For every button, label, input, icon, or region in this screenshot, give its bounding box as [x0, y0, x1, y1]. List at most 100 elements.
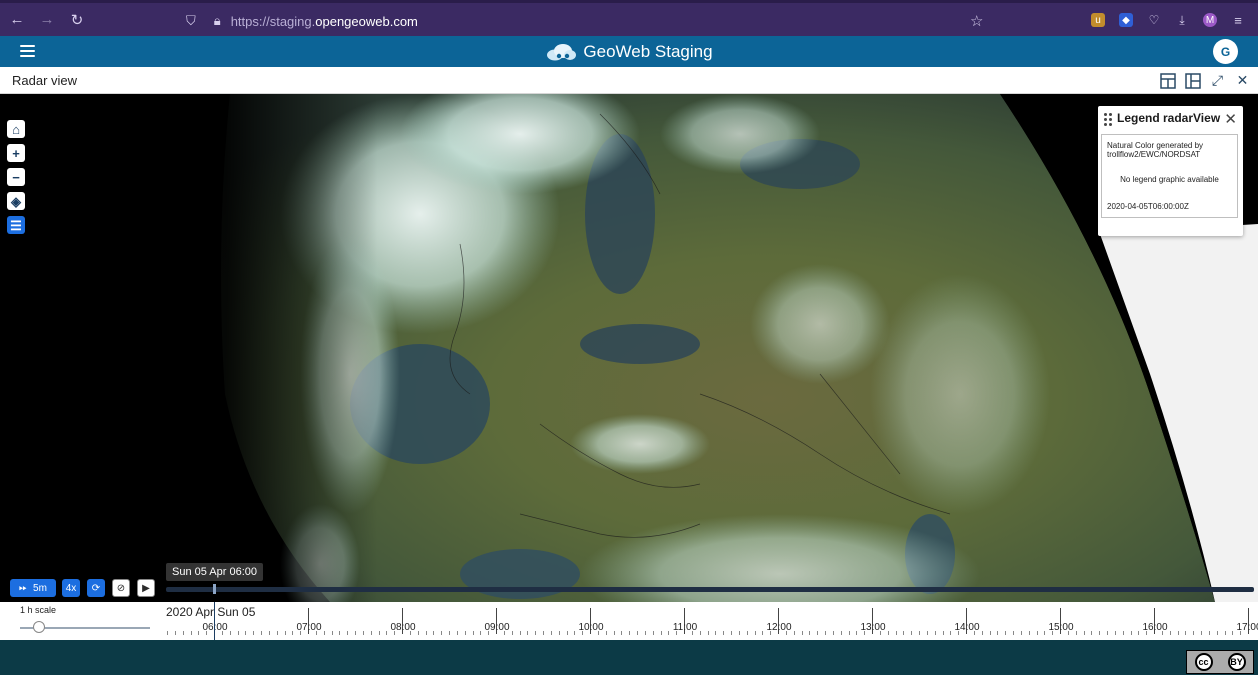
hour-label: 15:00: [1048, 622, 1074, 633]
minor-tick: [1114, 631, 1116, 635]
time-progress-handle[interactable]: [213, 584, 216, 594]
auto-update-button[interactable]: ⊘: [112, 579, 130, 597]
home-button[interactable]: ⌂: [7, 120, 25, 138]
minor-tick: [785, 631, 787, 635]
multiplier-button[interactable]: 4x: [62, 579, 80, 597]
minor-tick: [629, 631, 631, 635]
minor-tick: [339, 631, 341, 635]
minor-tick: [558, 631, 560, 635]
minor-tick: [276, 631, 278, 635]
zoom-in-button[interactable]: +: [7, 144, 25, 162]
hour-label: 16:00: [1142, 622, 1168, 633]
view-tools: ⤢ ✕: [1158, 71, 1252, 90]
close-view-button[interactable]: ✕: [1233, 71, 1252, 90]
hour-label: 14:00: [954, 622, 980, 633]
menu-icon[interactable]: ≡: [1231, 13, 1245, 28]
hamburger-menu-icon[interactable]: [20, 45, 35, 57]
minor-tick: [715, 631, 717, 635]
layers-button[interactable]: ◈: [7, 192, 25, 210]
legend-header: Legend radarView: [1098, 106, 1243, 130]
minor-tick: [746, 631, 748, 635]
current-time-marker[interactable]: [214, 602, 215, 640]
minor-tick: [331, 631, 333, 635]
download-icon[interactable]: ⤓: [1175, 13, 1189, 27]
minor-tick: [190, 631, 192, 635]
time-progress-track[interactable]: [166, 587, 1254, 592]
minor-tick: [1075, 631, 1077, 635]
minor-tick: [1091, 631, 1093, 635]
reload-button[interactable]: ↻: [64, 7, 90, 33]
minor-tick: [731, 631, 732, 635]
minor-tick: [1013, 631, 1014, 635]
shield-icon: ⛉: [186, 13, 196, 28]
sync-button[interactable]: ⟳: [87, 579, 105, 597]
minor-tick: [503, 631, 505, 635]
split-horizontal-button[interactable]: [1158, 71, 1177, 90]
minor-tick: [817, 631, 819, 635]
expand-button[interactable]: ⤢: [1208, 71, 1227, 90]
minor-tick: [574, 631, 576, 635]
speed-label: 5m: [33, 582, 47, 594]
legend-timestamp: 2020-04-05T06:00:00Z: [1107, 202, 1189, 211]
play-button[interactable]: ▶: [137, 579, 155, 597]
layers-icon: ◈: [11, 193, 21, 209]
minor-tick: [480, 631, 482, 635]
bookmark-star-icon[interactable]: ☆: [970, 12, 983, 30]
minor-tick: [911, 631, 913, 635]
scale-slider-knob[interactable]: [33, 621, 45, 633]
hour-label: 10:00: [578, 622, 604, 633]
back-button[interactable]: ←: [4, 7, 30, 33]
legend-source-line1: Natural Color generated by: [1107, 141, 1204, 150]
user-avatar[interactable]: G: [1213, 39, 1238, 64]
extension-ublock-icon[interactable]: u: [1091, 13, 1105, 27]
split-vertical-button[interactable]: [1183, 71, 1202, 90]
timeline[interactable]: 1 h scale 2020 Apr Sun 05 06:00 07:00 08:0…: [0, 602, 1258, 640]
minor-tick: [268, 631, 270, 635]
minor-tick: [1185, 631, 1187, 635]
pocket-icon[interactable]: ♡: [1147, 13, 1161, 27]
minor-tick: [926, 631, 928, 635]
drag-handle-icon[interactable]: [1104, 112, 1112, 126]
satellite-map[interactable]: ⌂ + − ◈ ☰ Legend radarView ✕ Natural Col…: [0, 94, 1258, 602]
minor-tick: [449, 631, 450, 635]
footer-bar: cc BY: [0, 640, 1258, 675]
minor-tick: [950, 631, 952, 635]
account-icon[interactable]: M: [1203, 13, 1217, 27]
app-header: GeoWeb Staging G: [0, 36, 1258, 67]
minor-tick: [840, 631, 842, 635]
minor-tick: [825, 631, 826, 635]
minor-tick: [1107, 631, 1108, 635]
extension-bitwarden-icon[interactable]: ◆: [1119, 13, 1133, 27]
minor-tick: [386, 631, 388, 635]
play-icon: ▶: [142, 582, 150, 594]
arrow-right-icon: →: [39, 11, 55, 28]
play-speed-button[interactable]: ⏩︎ 5m: [10, 579, 56, 597]
minor-tick: [848, 631, 850, 635]
minor-tick: [464, 631, 466, 635]
cc-by-label: BY: [1227, 653, 1246, 671]
expand-icon: ⤢: [1211, 72, 1224, 88]
minor-tick: [261, 631, 262, 635]
hour-label: 08:00: [390, 622, 416, 633]
minor-tick: [1216, 631, 1218, 635]
legend-close-icon[interactable]: ✕: [1224, 110, 1237, 128]
minor-tick: [793, 631, 795, 635]
minor-tick: [1020, 631, 1022, 635]
minor-tick: [245, 631, 247, 635]
reload-icon: ↻: [70, 11, 84, 29]
fast-forward-icon: ⏩︎: [19, 582, 28, 594]
split-horizontal-icon: [1159, 72, 1176, 89]
legend-button[interactable]: ☰: [7, 216, 25, 234]
minus-icon: −: [12, 169, 20, 185]
forward-button[interactable]: →: [34, 7, 60, 33]
address-bar[interactable]: ⛉ 🔒︎ https://staging. opengeoweb.com: [178, 9, 998, 33]
hour-label: 17:00: [1236, 622, 1258, 633]
zoom-out-button[interactable]: −: [7, 168, 25, 186]
scale-label: 1 h scale: [20, 605, 57, 615]
minor-tick: [292, 631, 294, 635]
legend-panel: Legend radarView ✕ Natural Color generat…: [1098, 106, 1243, 236]
minor-tick: [809, 631, 811, 635]
lock-icon: 🔒︎: [213, 13, 221, 28]
minor-tick: [174, 631, 176, 635]
hour-label: 13:00: [860, 622, 886, 633]
